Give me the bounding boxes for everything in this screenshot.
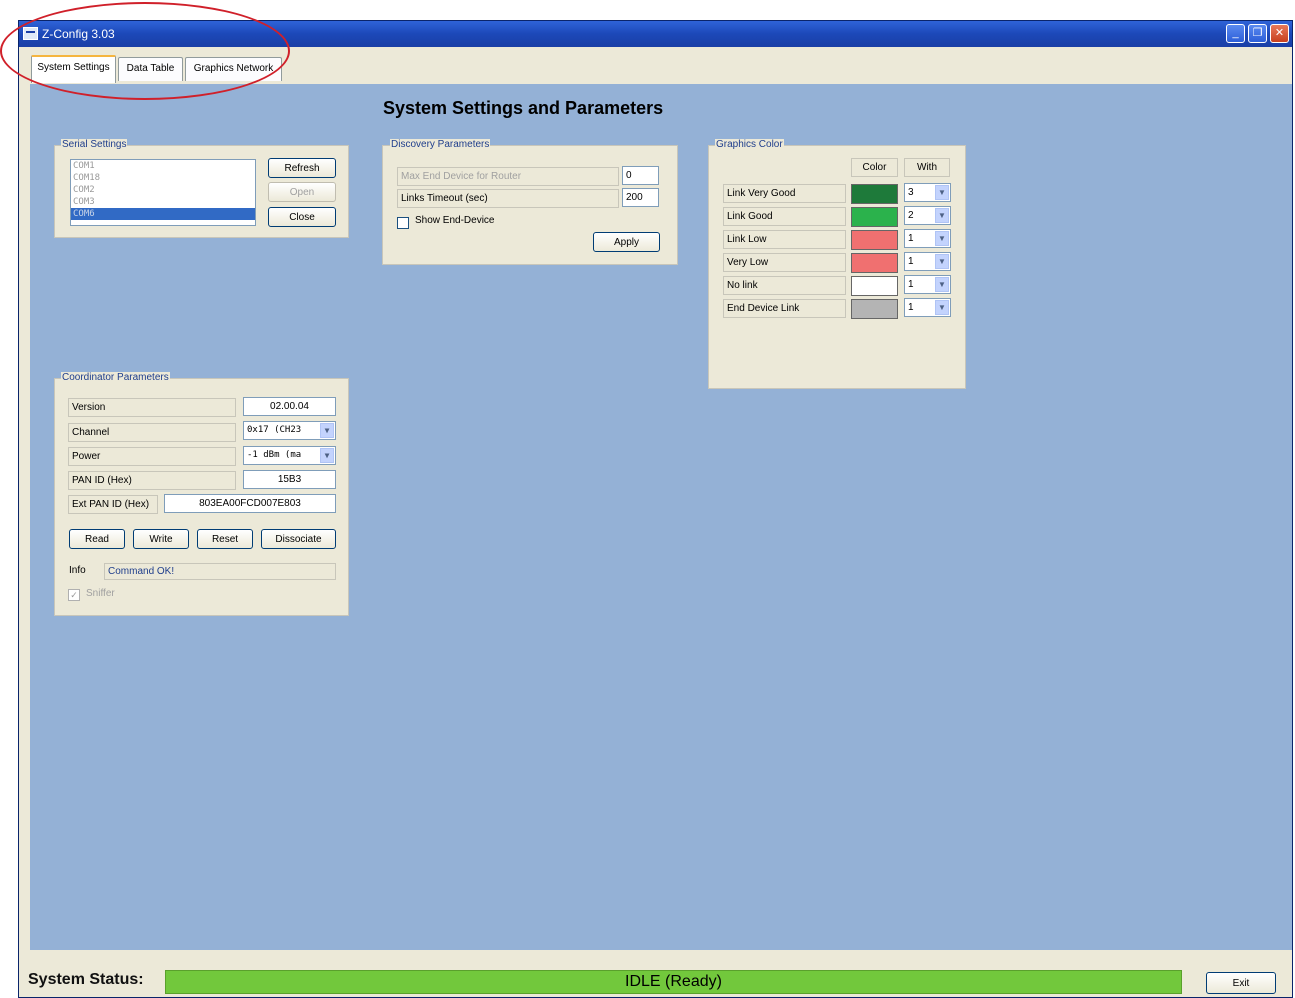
page-title: System Settings and Parameters	[383, 98, 664, 118]
info-value: Command OK!	[104, 563, 336, 580]
show-end-device-checkbox[interactable]	[397, 217, 409, 229]
chevron-down-icon: ▼	[935, 231, 949, 246]
width-select-value: 3	[908, 187, 914, 198]
channel-select-value: 0x17 (CH23	[247, 425, 302, 435]
pan-id-input[interactable]: 15B3	[243, 470, 336, 489]
width-select-value: 1	[908, 256, 914, 267]
graphics-row-label: Link Low	[723, 230, 846, 249]
chevron-down-icon: ▼	[935, 208, 949, 223]
pan-id-label: PAN ID (Hex)	[68, 471, 236, 490]
width-select[interactable]: 1 ▼	[904, 229, 951, 248]
chevron-down-icon: ▼	[320, 423, 334, 438]
ext-pan-id-input[interactable]: 803EA00FCD007E803	[164, 494, 336, 513]
list-item-selected[interactable]: COM6	[71, 208, 255, 220]
color-swatch[interactable]	[851, 184, 898, 204]
show-end-device-label: Show End-Device	[415, 215, 495, 226]
version-label: Version	[68, 398, 236, 417]
graphics-color-legend: Graphics Color	[715, 139, 784, 150]
graphics-row-label: Link Very Good	[723, 184, 846, 203]
width-select-value: 1	[908, 302, 914, 313]
list-item[interactable]: COM1	[71, 160, 255, 172]
ext-pan-id-label: Ext PAN ID (Hex)	[68, 495, 158, 514]
dissociate-button[interactable]: Dissociate	[261, 529, 336, 549]
chevron-down-icon: ▼	[935, 277, 949, 292]
sniffer-checkbox[interactable]: ✓	[68, 589, 80, 601]
max-end-device-input[interactable]: 0	[622, 166, 659, 185]
width-select[interactable]: 3 ▼	[904, 183, 951, 202]
links-timeout-input[interactable]: 200	[622, 188, 659, 207]
width-select[interactable]: 2 ▼	[904, 206, 951, 225]
com-port-list[interactable]: COM1 COM18 COM2 COM3 COM6	[70, 159, 256, 226]
chevron-down-icon: ▼	[935, 254, 949, 269]
power-select[interactable]: -1 dBm (ma ▼	[243, 446, 336, 465]
power-select-value: -1 dBm (ma	[247, 450, 302, 460]
open-button[interactable]: Open	[268, 182, 336, 202]
system-status-label: System Status:	[28, 971, 144, 988]
graphics-row-label: No link	[723, 276, 846, 295]
color-swatch[interactable]	[851, 207, 898, 227]
info-label: Info	[69, 565, 86, 576]
channel-label: Channel	[68, 423, 236, 442]
write-button[interactable]: Write	[133, 529, 189, 549]
power-label: Power	[68, 447, 236, 466]
chevron-down-icon: ▼	[935, 300, 949, 315]
links-timeout-label: Links Timeout (sec)	[397, 189, 619, 208]
highlight-ellipse	[0, 2, 290, 100]
list-item[interactable]: COM3	[71, 196, 255, 208]
discovery-parameters-legend: Discovery Parameters	[390, 139, 491, 150]
width-select[interactable]: 1 ▼	[904, 275, 951, 294]
width-select[interactable]: 1 ▼	[904, 252, 951, 271]
read-button[interactable]: Read	[69, 529, 125, 549]
channel-select[interactable]: 0x17 (CH23 ▼	[243, 421, 336, 440]
chevron-down-icon: ▼	[320, 448, 334, 463]
list-item[interactable]: COM2	[71, 184, 255, 196]
version-value: 02.00.04	[243, 397, 336, 416]
close-window-button[interactable]: ✕	[1270, 24, 1289, 43]
sniffer-label: Sniffer	[86, 588, 115, 599]
coordinator-parameters-legend: Coordinator Parameters	[61, 372, 170, 383]
width-column-header: With	[904, 158, 950, 177]
color-swatch[interactable]	[851, 276, 898, 296]
color-column-header: Color	[851, 158, 898, 177]
width-select-value: 1	[908, 279, 914, 290]
color-swatch[interactable]	[851, 299, 898, 319]
restore-button[interactable]: ❐	[1248, 24, 1267, 43]
graphics-row-label: Link Good	[723, 207, 846, 226]
close-icon: ✕	[1274, 27, 1285, 39]
refresh-button[interactable]: Refresh	[268, 158, 336, 178]
graphics-row-label: Very Low	[723, 253, 846, 272]
chevron-down-icon: ▼	[935, 185, 949, 200]
color-swatch[interactable]	[851, 253, 898, 273]
close-port-button[interactable]: Close	[268, 207, 336, 227]
width-select-value: 1	[908, 233, 914, 244]
max-end-device-label: Max End Device for Router	[397, 167, 619, 186]
exit-button[interactable]: Exit	[1206, 972, 1276, 994]
reset-button[interactable]: Reset	[197, 529, 253, 549]
width-select[interactable]: 1 ▼	[904, 298, 951, 317]
serial-settings-legend: Serial Settings	[61, 139, 128, 150]
restore-icon: ❐	[1252, 27, 1263, 39]
check-icon: ✓	[70, 590, 78, 600]
graphics-row-label: End Device Link	[723, 299, 846, 318]
width-select-value: 2	[908, 210, 914, 221]
minimize-button[interactable]: _	[1226, 24, 1245, 43]
apply-button[interactable]: Apply	[593, 232, 660, 252]
list-item[interactable]: COM18	[71, 172, 255, 184]
minimize-icon: _	[1232, 27, 1239, 39]
color-swatch[interactable]	[851, 230, 898, 250]
system-status-value: IDLE (Ready)	[165, 970, 1182, 994]
